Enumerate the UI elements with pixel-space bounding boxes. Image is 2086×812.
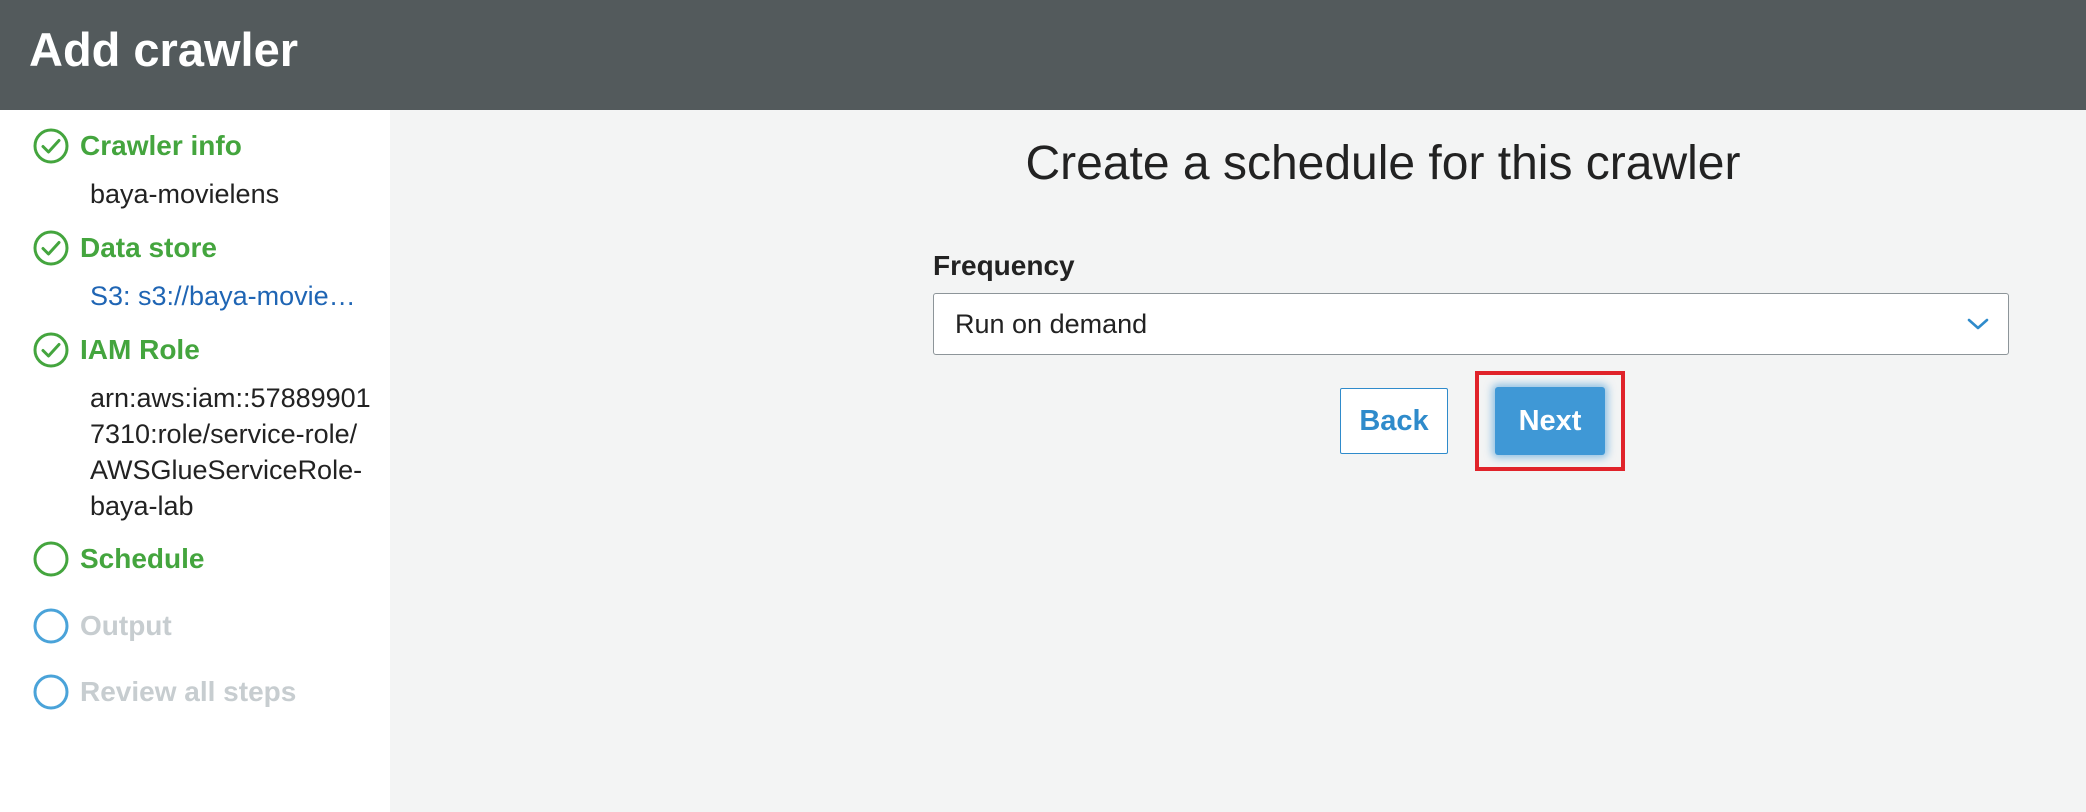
step-detail-iam-role-arn: arn:aws:iam::578899017310:role/service-r… [90, 383, 371, 521]
check-circle-icon [33, 332, 69, 368]
circle-outline-icon [33, 608, 69, 644]
step-detail-data-store-link[interactable]: S3: s3://baya-movielens/ [90, 278, 360, 314]
step-label[interactable]: Schedule [80, 539, 204, 579]
circle-outline-icon [33, 674, 69, 710]
check-circle-icon [33, 230, 69, 266]
step-label[interactable]: IAM Role [80, 330, 200, 370]
circle-outline-icon [33, 541, 69, 577]
step-detail-crawler-name: baya-movielens [90, 179, 280, 209]
wizard-steps-sidebar: Crawler info baya-movielens Data store S… [0, 110, 390, 812]
frequency-label: Frequency [933, 250, 1075, 281]
main-content: Create a schedule for this crawler Frequ… [390, 110, 2086, 812]
frequency-select[interactable]: Run on demand [933, 293, 2009, 355]
back-button[interactable]: Back [1340, 388, 1448, 454]
step-label[interactable]: Data store [80, 228, 217, 268]
check-circle-icon [33, 128, 69, 164]
header-bar: Add crawler [0, 0, 2086, 110]
chevron-down-icon [1967, 318, 1989, 330]
frequency-selected-value: Run on demand [955, 309, 1148, 339]
step-label[interactable]: Crawler info [80, 126, 242, 166]
step-label: Review all steps [80, 676, 297, 707]
next-button[interactable]: Next [1495, 387, 1605, 455]
section-title: Create a schedule for this crawler [1025, 137, 1741, 190]
page-title: Add crawler [29, 23, 299, 76]
step-label: Output [80, 610, 172, 641]
